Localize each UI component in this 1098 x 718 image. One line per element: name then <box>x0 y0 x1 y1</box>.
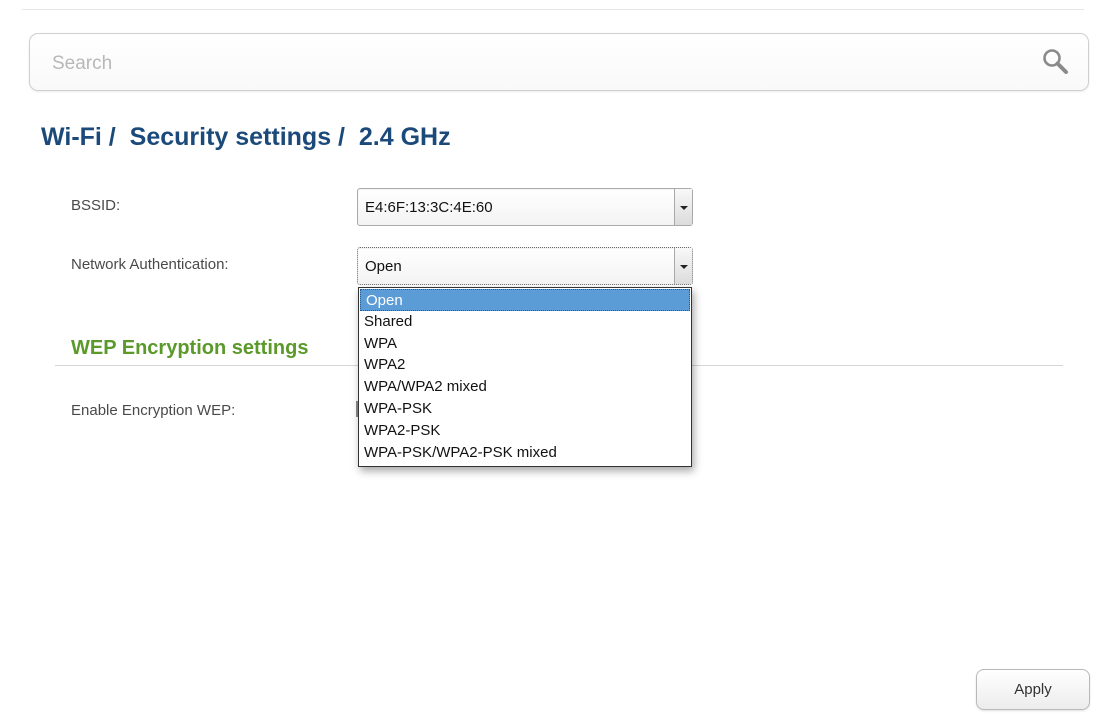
bssid-select[interactable]: E4:6F:13:3C:4E:60 <box>357 188 693 226</box>
page: Wi-Fi / Security settings / 2.4 GHz BSSI… <box>0 0 1098 718</box>
network-auth-select[interactable]: Open <box>357 247 693 285</box>
chevron-down-icon[interactable] <box>674 189 692 225</box>
network-auth-dropdown: Open Shared WPA WPA2 WPA/WPA2 mixed WPA-… <box>358 287 692 467</box>
top-divider <box>22 9 1084 10</box>
auth-option[interactable]: WPA2-PSK <box>359 420 691 442</box>
network-auth-select-value: Open <box>365 258 402 275</box>
auth-option[interactable]: WPA-PSK/WPA2-PSK mixed <box>359 442 691 464</box>
search-input[interactable] <box>50 48 1014 80</box>
apply-button[interactable]: Apply <box>976 669 1090 710</box>
wep-section-title: WEP Encryption settings <box>71 337 309 359</box>
auth-option[interactable]: WPA-PSK <box>359 398 691 420</box>
search-bar[interactable] <box>29 33 1089 91</box>
chevron-down-icon[interactable] <box>674 248 692 284</box>
search-icon[interactable] <box>1040 47 1072 79</box>
auth-option[interactable]: WPA/WPA2 mixed <box>359 376 691 398</box>
bssid-label: BSSID: <box>71 197 121 214</box>
bssid-select-value: E4:6F:13:3C:4E:60 <box>365 199 493 216</box>
auth-option[interactable]: Shared <box>359 311 691 333</box>
page-title: Wi-Fi / Security settings / 2.4 GHz <box>41 123 451 151</box>
auth-option[interactable]: WPA2 <box>359 354 691 376</box>
network-auth-label: Network Authentication: <box>71 256 229 273</box>
auth-option[interactable]: WPA <box>359 333 691 355</box>
enable-wep-label: Enable Encryption WEP: <box>71 402 236 419</box>
auth-option[interactable]: Open <box>360 289 690 311</box>
